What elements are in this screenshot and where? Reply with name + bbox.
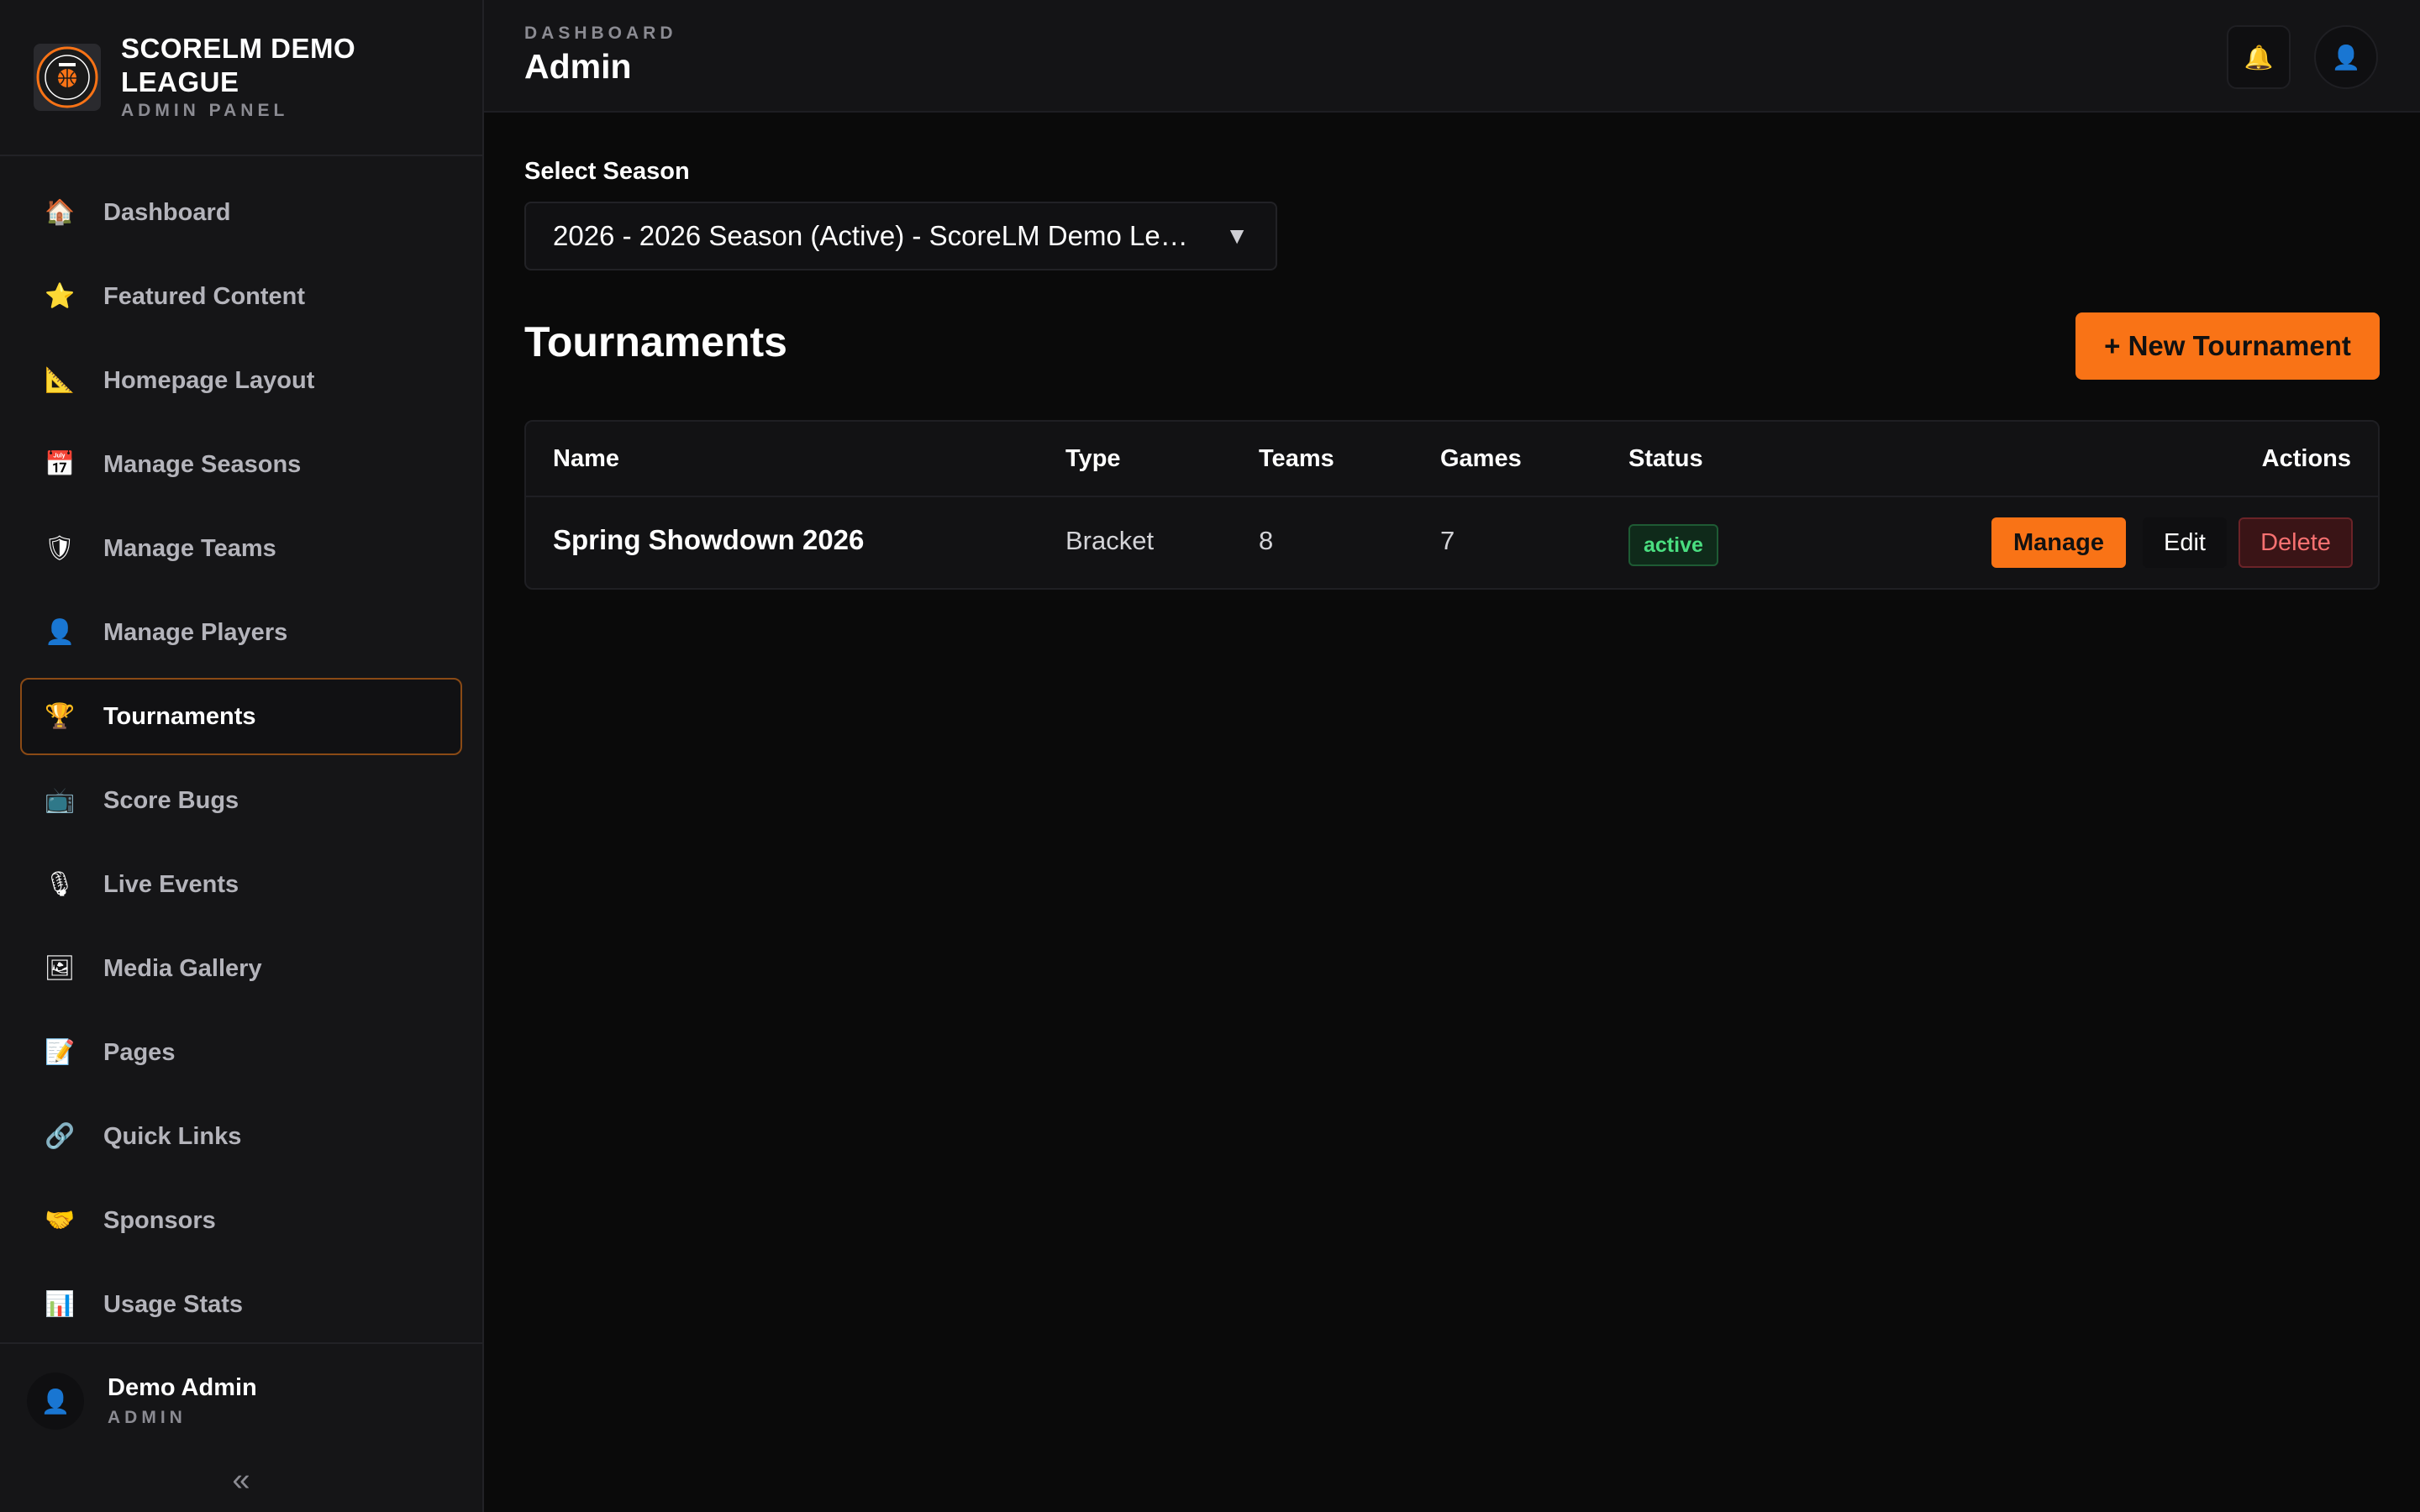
handshake-icon: 🤝 — [44, 1207, 76, 1234]
notifications-button[interactable]: 🔔 — [2227, 25, 2291, 89]
edit-button[interactable]: Edit — [2143, 517, 2227, 568]
user-avatar-icon: 👤 — [40, 1388, 71, 1415]
sidebar-item-manage-seasons[interactable]: 📅 Manage Seasons — [20, 426, 462, 503]
sidebar-item-label: Manage Teams — [103, 534, 276, 562]
column-header-type: Type — [1065, 445, 1121, 472]
column-header-teams: Teams — [1259, 445, 1334, 472]
sidebar-item-label: Manage Players — [103, 618, 288, 646]
tournaments-heading: Tournaments — [524, 318, 787, 365]
sidebar-item-live-events[interactable]: 🎙 Live Events — [20, 846, 462, 923]
sidebar-item-label: Pages — [103, 1038, 176, 1066]
sidebar-item-usage-stats[interactable]: 📊 Usage Stats — [20, 1266, 462, 1343]
season-select-label: Select Season — [524, 158, 690, 185]
shield-icon: 🛡 — [44, 535, 76, 562]
microphone-icon: 🎙 — [44, 871, 76, 898]
sidebar-item-label: Dashboard — [103, 198, 231, 226]
sidebar-item-label: Usage Stats — [103, 1290, 244, 1318]
sidebar-item-dashboard[interactable]: 🏠 Dashboard — [20, 174, 462, 251]
bar-chart-icon: 📊 — [44, 1291, 76, 1318]
sidebar-item-label: Tournaments — [103, 702, 256, 730]
league-logo — [34, 44, 101, 111]
bell-icon: 🔔 — [2244, 44, 2274, 71]
sidebar-nav: 🏠 Dashboard ⭐ Featured Content 📐 Homepage Lay… — [20, 174, 462, 1350]
manage-button[interactable]: Manage — [1991, 517, 2126, 568]
sidebar-item-pages[interactable]: 📝 Pages — [20, 1014, 462, 1091]
sidebar-item-tournaments[interactable]: 🏆 Tournaments — [20, 678, 462, 755]
table-row: Spring Showdown 2026 Bracket 8 7 active … — [526, 497, 2378, 590]
person-icon: 👤 — [44, 619, 76, 646]
trophy-icon: 🏆 — [44, 703, 76, 730]
sidebar-item-label: Score Bugs — [103, 786, 239, 814]
picture-icon: 🖼 — [44, 955, 76, 982]
brand-header: SCORELM DEMO LEAGUE ADMIN PANEL — [0, 0, 482, 156]
sidebar-item-label: Sponsors — [103, 1206, 216, 1234]
table-header-row: Name Type Teams Games Status Actions — [526, 422, 2378, 497]
sidebar-item-media-gallery[interactable]: 🖼 Media Gallery — [20, 930, 462, 1007]
calendar-icon: 📅 — [44, 451, 76, 478]
profile-icon: 👤 — [2331, 44, 2361, 71]
panel-subtitle: ADMIN PANEL — [121, 101, 289, 120]
season-selected-value: 2026 - 2026 Season (Active) - ScoreLM De… — [553, 220, 1200, 251]
sidebar-item-label: Featured Content — [103, 282, 306, 310]
delete-button[interactable]: Delete — [2238, 517, 2353, 568]
tournament-games: 7 — [1440, 526, 1455, 555]
triangle-ruler-icon: 📐 — [44, 367, 76, 394]
column-header-games: Games — [1440, 445, 1522, 472]
tournament-name: Spring Showdown 2026 — [553, 524, 865, 555]
sidebar-item-label: Homepage Layout — [103, 366, 315, 394]
star-icon: ⭐ — [44, 283, 76, 310]
page-title: Admin — [524, 47, 632, 86]
profile-button[interactable]: 👤 — [2314, 25, 2378, 89]
collapse-sidebar-button[interactable]: « — [220, 1462, 262, 1498]
column-header-actions: Actions — [2261, 445, 2351, 472]
user-name: Demo Admin — [108, 1374, 257, 1401]
sidebar-item-label: Media Gallery — [103, 954, 262, 982]
sidebar-item-manage-teams[interactable]: 🛡 Manage Teams — [20, 510, 462, 587]
sidebar: SCORELM DEMO LEAGUE ADMIN PANEL 🏠 Dashboa… — [0, 0, 484, 1512]
new-tournament-button[interactable]: + New Tournament — [2075, 312, 2380, 380]
sidebar-item-quick-links[interactable]: 🔗 Quick Links — [20, 1098, 462, 1175]
sidebar-item-label: Live Events — [103, 870, 239, 898]
user-role: ADMIN — [108, 1408, 187, 1427]
main-content: Select Season 2026 - 2026 Season (Active… — [484, 114, 2420, 1512]
tournaments-table: Name Type Teams Games Status Actions Spr… — [524, 420, 2380, 590]
tv-icon: 📺 — [44, 787, 76, 814]
double-chevron-left-icon: « — [232, 1462, 250, 1498]
season-select[interactable]: 2026 - 2026 Season (Active) - ScoreLM De… — [524, 202, 1277, 270]
sidebar-item-label: Manage Seasons — [103, 450, 302, 478]
sidebar-item-featured-content[interactable]: ⭐ Featured Content — [20, 258, 462, 335]
link-icon: 🔗 — [44, 1123, 76, 1150]
basketball-hoop-logo-icon — [36, 46, 98, 108]
status-badge: active — [1628, 524, 1718, 566]
column-header-name: Name — [553, 445, 619, 472]
breadcrumb: DASHBOARD — [524, 24, 677, 43]
user-card: 👤 Demo Admin ADMIN « — [0, 1342, 482, 1512]
house-icon: 🏠 — [44, 199, 76, 226]
sidebar-item-score-bugs[interactable]: 📺 Score Bugs — [20, 762, 462, 839]
tournament-type: Bracket — [1065, 526, 1155, 555]
sidebar-item-label: Quick Links — [103, 1122, 242, 1150]
memo-icon: 📝 — [44, 1039, 76, 1066]
top-header: DASHBOARD Admin 🔔 👤 — [484, 0, 2420, 113]
league-name: SCORELM DEMO LEAGUE — [121, 33, 356, 97]
column-header-status: Status — [1628, 445, 1703, 472]
tournament-teams: 8 — [1259, 526, 1274, 555]
sidebar-item-sponsors[interactable]: 🤝 Sponsors — [20, 1182, 462, 1259]
sidebar-item-homepage-layout[interactable]: 📐 Homepage Layout — [20, 342, 462, 419]
caret-down-icon: ▼ — [1225, 223, 1249, 249]
sidebar-item-manage-players[interactable]: 👤 Manage Players — [20, 594, 462, 671]
avatar[interactable]: 👤 — [27, 1373, 84, 1430]
app-root: SCORELM DEMO LEAGUE ADMIN PANEL 🏠 Dashboa… — [0, 0, 2420, 1512]
